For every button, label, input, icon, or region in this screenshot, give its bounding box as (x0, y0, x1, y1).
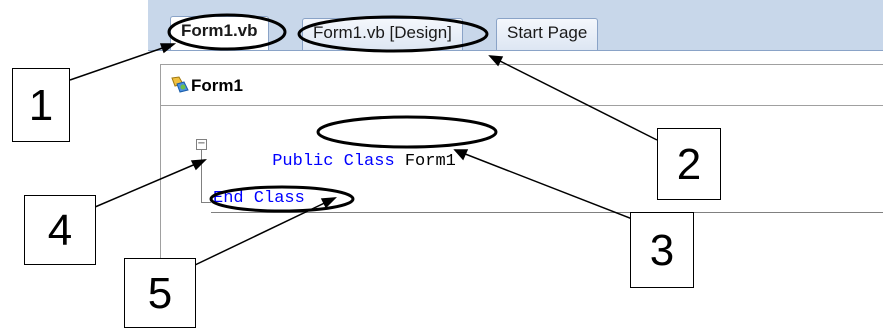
arrow-3 (454, 149, 641, 223)
arrow-2 (489, 55, 658, 141)
callout-2: 2 (657, 128, 721, 200)
arrow-4 (87, 159, 206, 211)
callout-1: 1 (12, 68, 70, 142)
highlight-ellipse-tab1 (167, 13, 287, 51)
arrow-1 (69, 43, 175, 81)
callout-4: 4 (24, 195, 96, 265)
arrow-5 (194, 197, 336, 266)
highlight-ellipse-class-form1 (316, 115, 498, 149)
callout-3: 3 (630, 212, 694, 288)
callout-5: 5 (124, 258, 196, 328)
highlight-ellipse-tab2 (297, 15, 489, 53)
